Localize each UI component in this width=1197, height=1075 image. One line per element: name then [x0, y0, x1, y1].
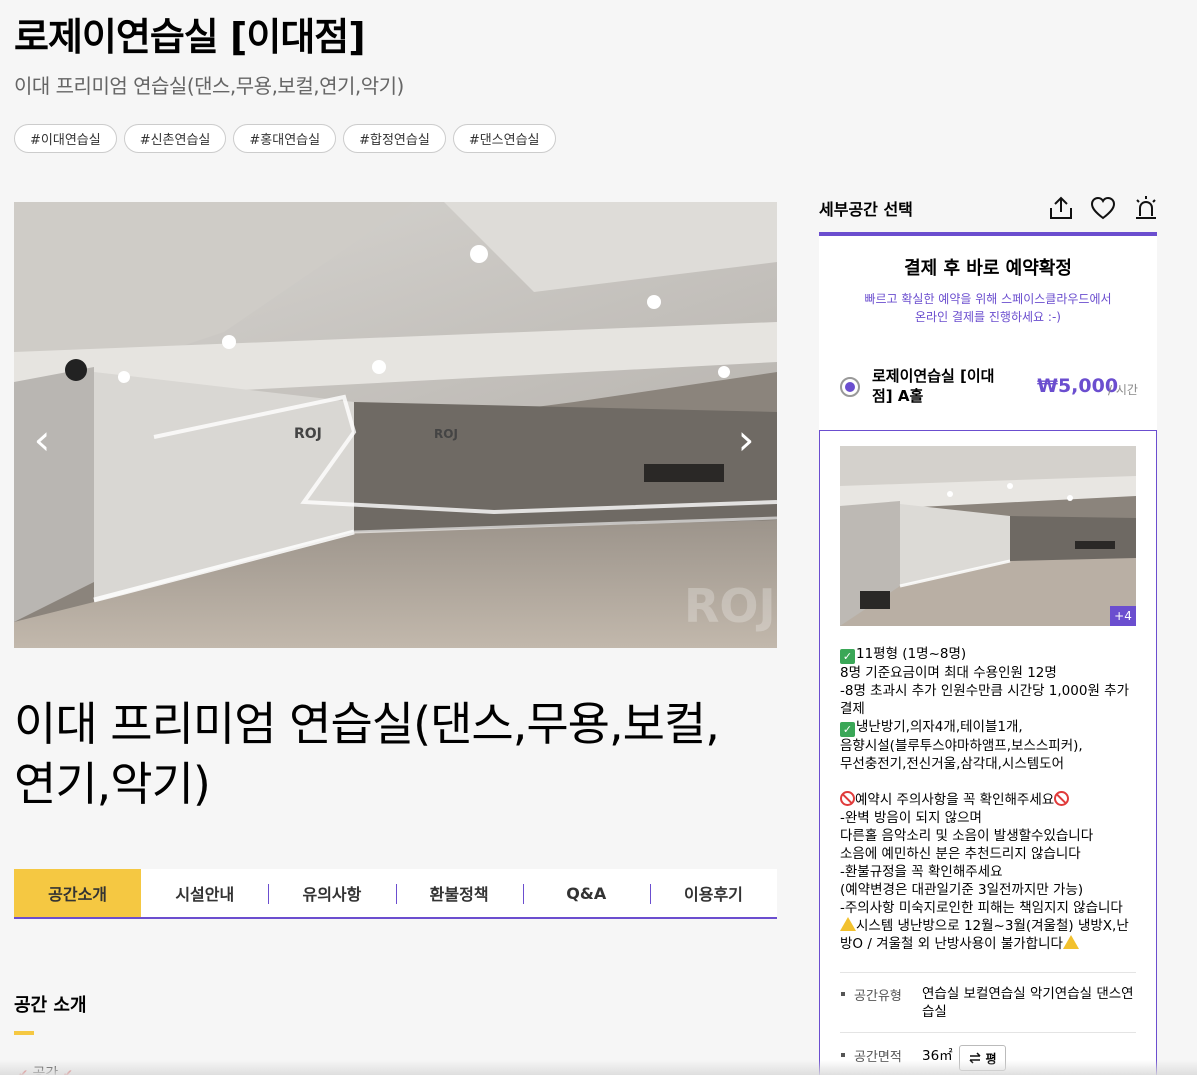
- svg-text:ROJ: ROJ: [434, 427, 458, 441]
- check-icon: ✓: [840, 722, 855, 737]
- svg-text:ROJ: ROJ: [294, 426, 322, 442]
- space-headline: 이대 프리미엄 연습실(댄스,무용,보컬,연기,악기): [14, 697, 720, 811]
- share-icon[interactable]: [1047, 194, 1075, 222]
- desc-line: -환불규정을 꼭 확인해주세요: [840, 864, 1003, 880]
- confirm-desc-line: 빠르고 확실한 예약을 위해 스페이스클라우드에서: [864, 292, 1112, 306]
- desc-text: 11평형 (1명~8명): [856, 646, 967, 662]
- confirm-title: 결제 후 바로 예약확정: [904, 258, 1072, 279]
- room-radio[interactable]: [840, 377, 860, 397]
- warning-icon: [840, 917, 856, 931]
- svg-text:ROJ: ROJ: [684, 579, 776, 633]
- gallery-prev-button[interactable]: ‹: [28, 419, 56, 461]
- tab-reviews[interactable]: 이용후기: [649, 869, 777, 917]
- booking-confirm-box: 결제 후 바로 예약확정 빠르고 확실한 예약을 위해 스페이스클라우드에서 온…: [819, 236, 1157, 430]
- desc-line: 무선충전기,전신거울,삼각대,시스템도어: [840, 756, 1065, 772]
- desc-line: (예약변경은 대관일기준 3일전까지만 가능): [840, 882, 1084, 898]
- desc-line: 예약시 주의사항을 꼭 확인해주세요: [840, 791, 1138, 809]
- desc-line: 8명 기준요금이며 최대 수용인원 12명: [840, 665, 1057, 681]
- tab-facilities[interactable]: 시설안내: [141, 869, 268, 917]
- room-name[interactable]: 로제이연습실 [이대점] A홀: [872, 366, 1007, 406]
- confirm-description: 빠르고 확실한 예약을 위해 스페이스클라우드에서 온라인 결제를 진행하세요 …: [819, 290, 1157, 326]
- gallery-next-button[interactable]: ›: [732, 419, 760, 461]
- desc-line: 시스템 냉난방으로 12월~3월(겨울철) 냉방X,난방O / 겨울철 외 난방…: [840, 917, 1138, 953]
- desc-text: 예약시 주의사항을 꼭 확인해주세요: [855, 792, 1055, 808]
- room-photo[interactable]: [840, 446, 1136, 626]
- section-underline: [14, 1031, 34, 1035]
- desc-text: 냉난방기,의자4개,테이블1개,: [856, 719, 1023, 735]
- info-label-space-type: 공간유형: [854, 989, 902, 1004]
- desc-text: 시스템 냉난방으로 12월~3월(겨울철) 냉방X,난방O / 겨울철 외 난방…: [840, 918, 1129, 952]
- tab-notices[interactable]: 유의사항: [268, 869, 395, 917]
- desc-line: ✓ 냉난방기,의자4개,테이블1개,: [840, 718, 1138, 737]
- siren-icon[interactable]: [1132, 194, 1160, 222]
- panel-header: 세부공간 선택: [819, 190, 1157, 236]
- bullet: [841, 992, 845, 996]
- price-unit: / 시간: [1108, 383, 1138, 397]
- check-icon: ✓: [840, 649, 855, 664]
- tag-list: #이대연습실 #신촌연습실 #홍대연습실 #합정연습실 #댄스연습실: [14, 124, 556, 153]
- more-photos-badge[interactable]: +4: [1110, 606, 1136, 626]
- confirm-desc-line: 온라인 결제를 진행하세요 :-): [915, 310, 1061, 324]
- tab-refund-policy[interactable]: 환불정책: [395, 869, 523, 917]
- bottom-fade: [0, 1060, 1197, 1075]
- desc-line: ✓ 11평형 (1명~8명): [840, 645, 1138, 664]
- tab-space-intro[interactable]: 공간소개: [14, 869, 142, 917]
- tag-chip[interactable]: #합정연습실: [343, 124, 446, 153]
- prohibited-icon: [840, 791, 855, 806]
- tag-chip[interactable]: #홍대연습실: [233, 124, 337, 153]
- tag-chip[interactable]: #신촌연습실: [123, 124, 227, 153]
- desc-line: [840, 773, 1138, 791]
- desc-line: 다른홀 음악소리 및 소음이 발생할수있습니다: [840, 828, 1094, 844]
- room-description: ✓ 11평형 (1명~8명) 8명 기준요금이며 최대 수용인원 12명 -8명 …: [840, 645, 1138, 953]
- section-title: 공간 소개: [14, 995, 87, 1016]
- page-subtitle: 이대 프리미엄 연습실(댄스,무용,보컬,연기,악기): [14, 74, 404, 98]
- desc-line: 소음에 예민하신 분은 추천드리지 않습니다: [840, 846, 1081, 862]
- prohibited-icon: [1054, 791, 1070, 806]
- bullet: [841, 1053, 845, 1057]
- tab-qna[interactable]: Q&A: [522, 869, 650, 917]
- divider: [840, 972, 1136, 973]
- page-title: 로제이연습실 [이대점]: [14, 15, 366, 59]
- room-detail-card: +4 ✓ 11평형 (1명~8명) 8명 기준요금이며 최대 수용인원 12명 -…: [819, 430, 1157, 1075]
- desc-line: -주의사항 미숙지로인한 피해는 책임지지 않습니다: [840, 900, 1123, 916]
- main-gallery-photo: ROJ ROJ ROJ: [14, 202, 777, 648]
- desc-line: -8명 초과시 추가 인원수만큼 시간당 1,000원 추가결제: [840, 683, 1129, 717]
- desc-line: 음향시설(블루투스야마하앰프,보스스피커),: [840, 738, 1083, 754]
- info-value-space-type: 연습실 보컬연습실 악기연습실 댄스연습실: [922, 986, 1134, 1020]
- tag-chip[interactable]: #댄스연습실: [452, 124, 556, 153]
- content-tabs: 공간소개 시설안내 유의사항 환불정책 Q&A 이용후기: [14, 869, 777, 919]
- tag-chip[interactable]: #이대연습실: [14, 124, 117, 153]
- warning-icon: [1062, 935, 1079, 949]
- heart-icon[interactable]: [1089, 194, 1117, 222]
- room-price: ₩5,000: [1037, 375, 1119, 397]
- desc-line: -완벽 방음이 되지 않으며: [840, 810, 982, 826]
- panel-label: 세부공간 선택: [819, 200, 913, 219]
- divider: [840, 1032, 1136, 1033]
